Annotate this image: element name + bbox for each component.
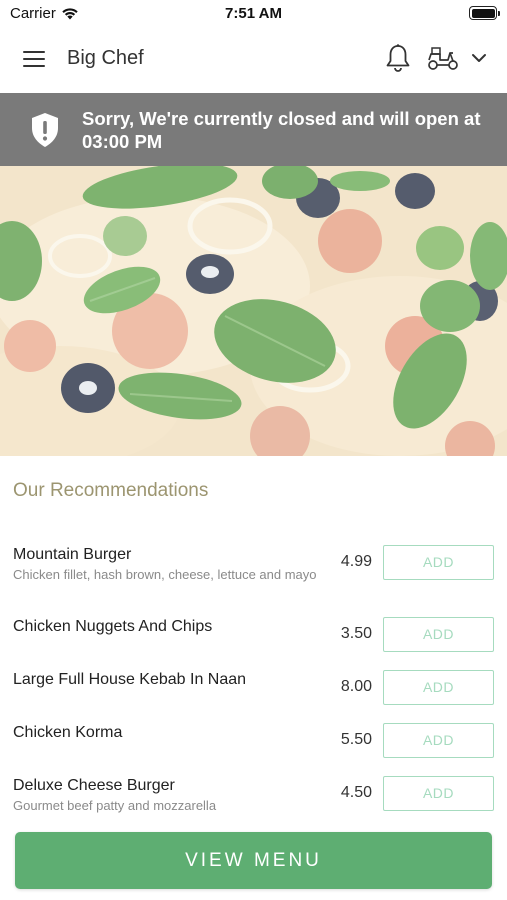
item-price: 4.99: [340, 553, 372, 570]
item-name: Deluxe Cheese Burger: [13, 777, 175, 794]
add-button[interactable]: ADD: [383, 617, 494, 652]
hamburger-menu-icon[interactable]: [20, 46, 48, 72]
list-item: Chicken Korma 5.50 ADD: [0, 722, 507, 775]
item-name: Chicken Nuggets And Chips: [13, 618, 213, 635]
view-menu-button[interactable]: VIEW MENU: [15, 832, 492, 889]
list-item: Mountain Burger Chicken fillet, hash bro…: [0, 544, 507, 616]
item-name: Large Full House Kebab In Naan: [13, 671, 247, 688]
list-item: Chicken Nuggets And Chips 3.50 ADD: [0, 616, 507, 669]
status-time: 7:51 AM: [225, 5, 282, 22]
battery-icon: [469, 6, 500, 20]
add-button[interactable]: ADD: [383, 776, 494, 811]
closed-banner: Sorry, We're currently closed and will o…: [0, 93, 507, 166]
recommendations-list: Mountain Burger Chicken fillet, hash bro…: [0, 544, 507, 825]
closed-message: Sorry, We're currently closed and will o…: [82, 108, 481, 152]
shield-alert-icon: [30, 112, 60, 148]
status-bar: Carrier 7:51 AM: [0, 0, 507, 26]
add-button[interactable]: ADD: [383, 670, 494, 705]
item-name: Chicken Korma: [13, 724, 123, 741]
list-item: Large Full House Kebab In Naan 8.00 ADD: [0, 669, 507, 722]
bell-icon[interactable]: [384, 43, 412, 73]
chevron-down-icon[interactable]: [468, 48, 490, 68]
item-price: 3.50: [340, 625, 372, 642]
pizza-photo: [0, 166, 507, 456]
app-title: Big Chef: [67, 47, 144, 69]
item-description: Chicken fillet, hash brown, cheese, lett…: [13, 567, 317, 582]
item-name: Mountain Burger: [13, 546, 132, 563]
scooter-icon[interactable]: [426, 45, 460, 71]
recommendations-title: Our Recommendations: [13, 480, 209, 501]
item-price: 4.50: [340, 784, 372, 801]
item-price: 5.50: [340, 731, 372, 748]
add-button[interactable]: ADD: [383, 545, 494, 580]
list-item: Deluxe Cheese Burger Gourmet beef patty …: [0, 775, 507, 825]
add-button[interactable]: ADD: [383, 723, 494, 758]
item-price: 8.00: [340, 678, 372, 695]
navigation-bar: Big Chef: [0, 26, 507, 93]
item-description: Gourmet beef patty and mozzarella: [13, 798, 217, 813]
